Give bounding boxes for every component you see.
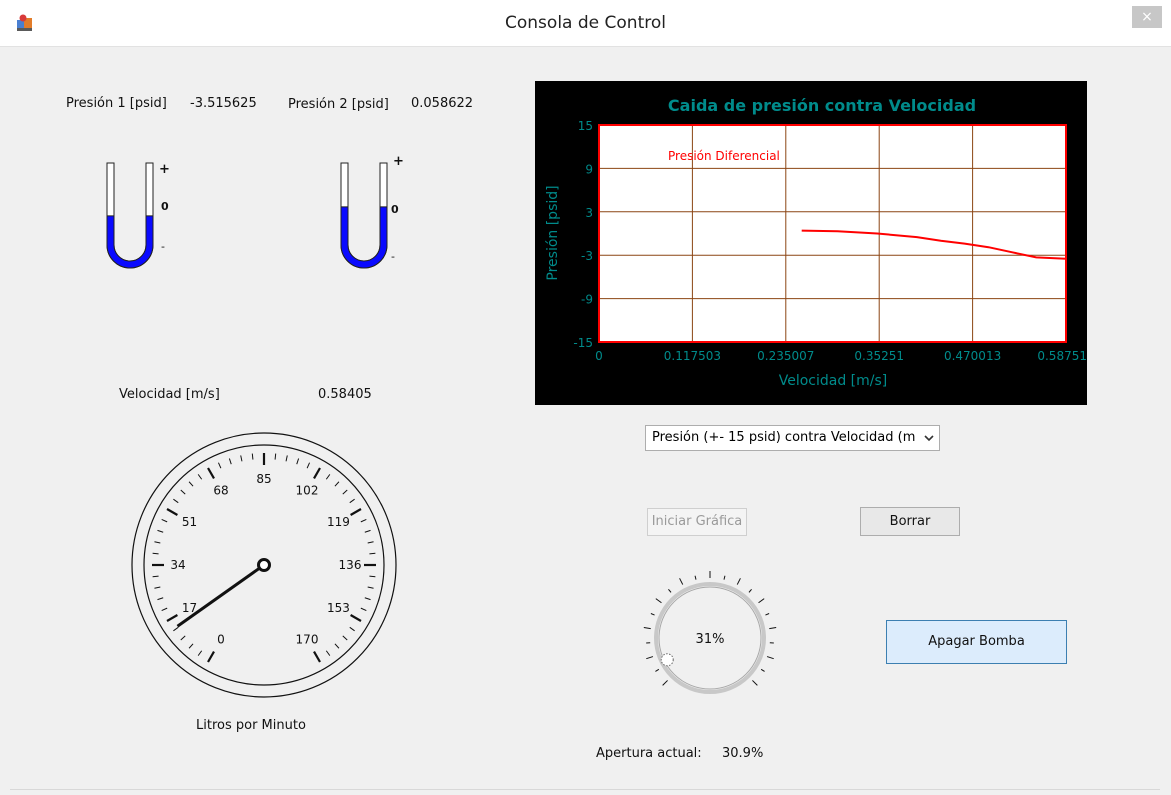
manometer-1-plus: +: [159, 162, 170, 177]
knob-tick: [760, 668, 765, 672]
chart-x-tick-label: 0.587516: [1037, 349, 1087, 363]
gauge-scale-label: 68: [213, 484, 228, 498]
gauge-scale-label: 119: [327, 515, 350, 529]
close-button[interactable]: ×: [1132, 6, 1162, 28]
control-console-window: Consola de Control × Presión 1 [psid] -3…: [0, 0, 1171, 795]
knob-tick: [655, 598, 662, 604]
manometer-1-minus: -: [161, 240, 165, 253]
pressure2-label: Presión 2 [psid]: [288, 97, 389, 112]
chart-y-tick-label: 9: [585, 162, 593, 176]
chart-mode-selected: Presión (+- 15 psid) contra Velocidad (m: [652, 430, 916, 445]
manometer-1-fluid: [106, 215, 154, 269]
knob-tick: [766, 656, 774, 660]
gauge-scale-label: 51: [182, 515, 197, 529]
manometer-2-zero: 0: [391, 203, 399, 216]
knob-tick: [723, 575, 726, 580]
chart-legend-label: Presión Diferencial: [668, 149, 780, 163]
title-bar: Consola de Control ×: [0, 0, 1171, 47]
gauge-minor-tick: [369, 552, 376, 555]
manometer-1: + 0 -: [106, 162, 170, 269]
velocity-label: Velocidad [m/s]: [119, 387, 220, 402]
chart-y-tick-label: -3: [581, 249, 593, 263]
manometer-1-zero: 0: [161, 200, 169, 213]
gauge-scale-label: 34: [170, 558, 185, 572]
knob-handle[interactable]: [660, 653, 674, 667]
window-bottom-border: [10, 789, 1160, 790]
chart-y-tick-label: 15: [578, 119, 593, 133]
knob-tick: [662, 680, 668, 686]
knob-tick: [758, 598, 765, 604]
knob-tick: [646, 656, 654, 660]
clear-button[interactable]: Borrar: [860, 507, 960, 536]
chart-x-tick-label: 0.470013: [944, 349, 1001, 363]
aperture-value: 30.9%: [722, 746, 764, 761]
chart-x-tick-label: 0.117503: [664, 349, 721, 363]
knob-tick: [668, 589, 672, 593]
start-chart-button[interactable]: Iniciar Gráfica: [647, 508, 747, 536]
knob-tick: [679, 578, 684, 585]
knob-tick: [748, 589, 752, 593]
chart-x-tick-label: 0: [595, 349, 603, 363]
knob-tick: [694, 575, 697, 580]
chart-mode-dropdown[interactable]: Presión (+- 15 psid) contra Velocidad (m: [645, 425, 940, 451]
manometer-2-plus: +: [393, 155, 404, 169]
velocity-value: 0.58405: [318, 387, 372, 402]
gauge-scale-label: 170: [296, 632, 319, 646]
window-title: Consola de Control: [505, 13, 666, 33]
manometer-2-fluid: [340, 206, 388, 269]
chart-x-axis-label: Velocidad [m/s]: [779, 373, 888, 389]
gauge-minor-tick: [274, 453, 277, 460]
knob-tick: [736, 578, 741, 585]
aperture-label: Apertura actual:: [596, 746, 702, 761]
gauge-scale-label: 153: [327, 601, 350, 615]
knob-tick: [643, 627, 651, 630]
chart-x-tick-label: 0.235007: [757, 349, 814, 363]
gauge-minor-tick: [152, 552, 159, 555]
knob-tick: [650, 613, 655, 616]
gauge-minor-tick: [251, 453, 254, 460]
gauge-caption: Litros por Minuto: [196, 718, 306, 733]
knob-tick: [655, 668, 660, 672]
gauge-minor-tick: [152, 575, 159, 578]
chart-title: Caida de presión contra Velocidad: [668, 96, 976, 115]
chart-y-tick-label: 3: [585, 206, 593, 220]
pressure2-value: 0.058622: [411, 96, 474, 111]
chevron-down-icon: [924, 426, 934, 450]
knob-tick: [752, 680, 758, 686]
pump-off-button[interactable]: Apagar Bomba: [886, 620, 1067, 664]
gauge-minor-tick: [369, 575, 376, 578]
pressure1-value: -3.515625: [190, 96, 257, 111]
chart-y-axis-label: Presión [psid]: [545, 185, 561, 280]
chart-x-tick-label: 0.35251: [854, 349, 904, 363]
knob-tick: [769, 627, 777, 630]
valve-knob[interactable]: 31%: [640, 568, 780, 708]
pressure-velocity-chart: Caida de presión contra Velocidad Presió…: [535, 81, 1087, 405]
gauge-scale-label: 102: [296, 484, 319, 498]
chart-y-tick-label: -9: [581, 293, 593, 307]
knob-tick: [765, 613, 770, 616]
gauge-hub: [257, 558, 271, 572]
knob-value-label: 31%: [696, 632, 725, 647]
flow-gauge: 01734516885102119136153170: [131, 432, 397, 698]
gauge-scale-label: 85: [256, 472, 271, 486]
gauge-scale-label: 0: [217, 632, 225, 646]
gauge-scale-label: 136: [339, 558, 362, 572]
pressure1-label: Presión 1 [psid]: [66, 96, 167, 111]
manometer-2-minus: -: [391, 250, 395, 263]
manometer-2: + 0 -: [340, 155, 404, 269]
chart-y-tick-label: -15: [573, 336, 593, 350]
